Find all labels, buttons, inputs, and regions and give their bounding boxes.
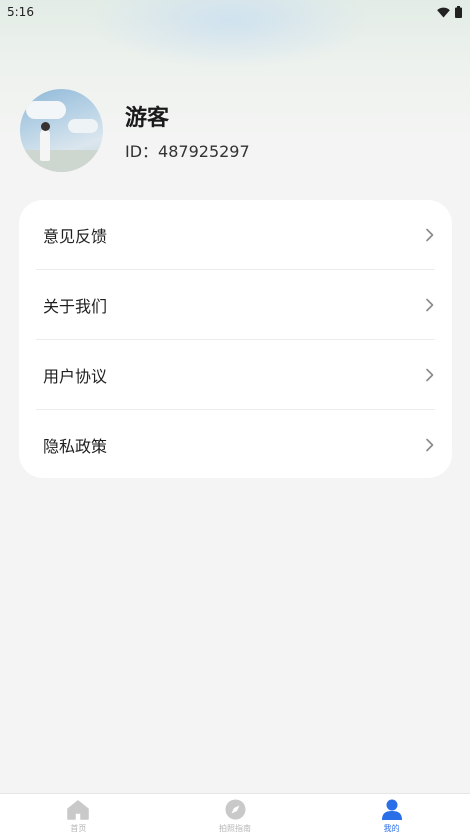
compass-icon: [225, 799, 245, 820]
menu-item-label: 意见反馈: [43, 227, 108, 246]
status-icons: [437, 6, 462, 18]
menu-item-label: 关于我们: [43, 297, 108, 316]
tab-photo-guide[interactable]: 拍照指南: [157, 794, 314, 837]
menu-item-user-agreement[interactable]: 用户协议: [19, 340, 452, 410]
tab-label: 拍照指南: [219, 824, 251, 833]
menu-item-privacy[interactable]: 隐私政策: [19, 410, 452, 480]
bottom-tab-bar: 首页 拍照指南 我的: [0, 793, 470, 837]
user-id: ID：487925297: [125, 141, 250, 161]
home-icon: [67, 799, 90, 820]
status-bar: 5:16: [0, 0, 470, 24]
profile-header: 游客 ID：487925297: [20, 89, 250, 172]
battery-icon: [455, 6, 462, 18]
settings-menu: 意见反馈 关于我们 用户协议 隐私政策: [19, 200, 452, 478]
wifi-icon: [437, 7, 450, 17]
tab-label: 首页: [70, 823, 87, 833]
status-time: 5:16: [7, 5, 34, 19]
tab-label: 我的: [383, 824, 400, 833]
person-icon: [381, 799, 402, 820]
avatar[interactable]: [20, 89, 103, 172]
username: 游客: [125, 105, 170, 131]
chevron-right-icon: [426, 438, 434, 452]
menu-item-about[interactable]: 关于我们: [19, 270, 452, 340]
chevron-right-icon: [426, 228, 434, 242]
menu-item-label: 隐私政策: [43, 437, 108, 456]
tab-home[interactable]: 首页: [0, 794, 157, 837]
chevron-right-icon: [426, 368, 434, 382]
chevron-right-icon: [426, 298, 434, 312]
menu-item-label: 用户协议: [43, 367, 108, 386]
menu-item-feedback[interactable]: 意见反馈: [19, 200, 452, 270]
profile-info: 游客 ID：487925297: [125, 100, 250, 162]
tab-mine[interactable]: 我的: [313, 794, 470, 837]
